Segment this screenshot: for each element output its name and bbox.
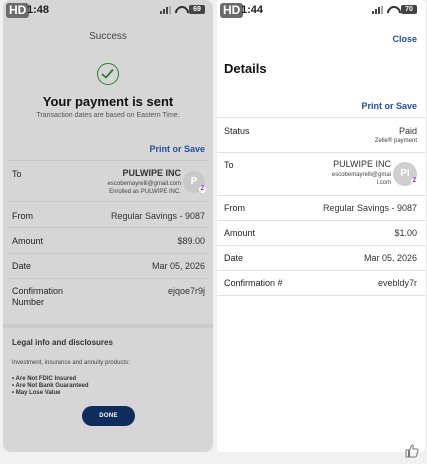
payment-sent-screen: HD 1:48 69 Success Your payment is sent … [3,0,213,452]
to-label: To [12,169,22,179]
recipient-name: PULWIPE INC [333,159,391,169]
print-or-save-link[interactable]: Print or Save [149,144,205,154]
recipient-enrolled: Enrolled as PULWIPE INC. [109,189,181,195]
zelle-badge-icon: Z [411,178,418,185]
date-label: Date [12,261,32,271]
divider [7,278,209,279]
amount-value: $89.00 [177,236,205,246]
battery-icon: 69 [189,5,205,14]
legal-heading: Legal info and disclosures [12,338,113,347]
zelle-badge-icon: Z [199,186,206,193]
confirmation-label: Confirmation Number [12,286,64,307]
divider [217,270,425,271]
confirmation-value: ejqoe7r9j [167,286,205,296]
wifi-icon [387,6,397,14]
divider [217,295,425,296]
signal-icon [372,5,383,14]
payment-details-screen: HD 1:44 70 Close Details Print or Save S… [217,0,425,452]
signal-icon [160,5,171,14]
divider [217,152,425,153]
hd-badge: HD [6,3,30,18]
amount-label: Amount [224,228,256,238]
timezone-note: Transaction dates are based on Eastern T… [36,112,180,119]
confirmation-value: evebldy7r [377,278,417,288]
section-divider [3,324,213,328]
from-account: Regular Savings - 9087 [322,203,417,213]
recipient-email: escobemayrelli@gmail.com [107,181,181,187]
from-account: Regular Savings - 9087 [110,211,205,221]
divider [7,253,209,254]
status-value: Paid [398,126,417,136]
print-or-save-link[interactable]: Print or Save [361,101,417,111]
amount-label: Amount [12,236,44,246]
legal-item: • May Lose Value [12,390,61,396]
status-icons: 70 [372,5,417,14]
checkmark-circle-icon [97,63,119,85]
date-value: Mar 05, 2026 [151,261,205,271]
thumbs-up-icon[interactable] [405,444,419,461]
wifi-icon [175,6,185,14]
recipient-email-cont: l.com [376,180,391,186]
legal-item: • Are Not Bank Guaranteed [12,383,89,389]
legal-subtitle: Investment, insurance and annuity produc… [12,360,130,366]
status-time: 1:44 [241,4,264,16]
to-label: To [224,160,234,170]
divider [217,195,425,196]
divider [7,201,209,202]
divider [7,227,209,228]
date-label: Date [224,253,244,263]
screen-title: Success [89,31,127,42]
battery-icon: 70 [401,5,417,14]
from-label: From [12,211,33,221]
status-icons: 69 [160,5,205,14]
close-button[interactable]: Close [392,34,417,44]
hd-badge: HD [220,3,244,18]
status-label: Status [224,126,250,136]
from-label: From [224,203,245,213]
amount-value: $1.00 [394,228,417,238]
recipient-email: escobemayrelli@gmai [331,172,391,178]
divider [217,117,425,118]
page-title: Details [224,61,267,76]
date-value: Mar 05, 2026 [363,253,417,263]
legal-item: • Are Not FDIC Insured [12,376,77,382]
recipient-name: PULWIPE INC [122,168,181,178]
confirmation-label: Confirmation # [224,278,283,288]
status-time: 1:48 [27,4,50,16]
payment-sent-heading: Your payment is sent [42,94,174,109]
done-button[interactable]: DONE [82,406,135,426]
legal-list: • Are Not FDIC Insured • Are Not Bank Gu… [12,376,89,397]
divider [217,220,425,221]
divider [217,245,425,246]
status-subtext: Zelle® payment [374,138,417,144]
divider [7,160,209,161]
